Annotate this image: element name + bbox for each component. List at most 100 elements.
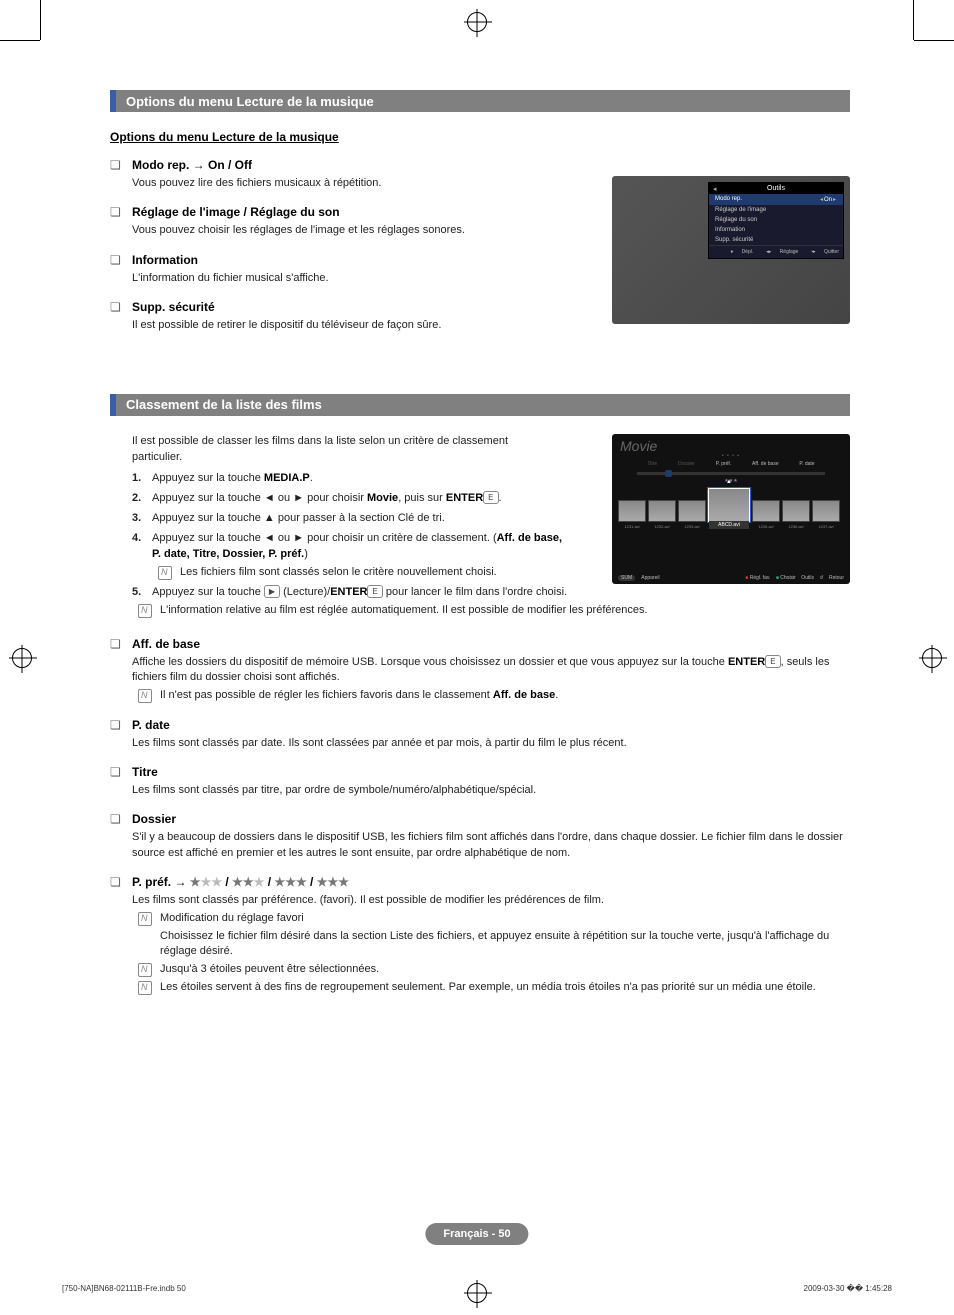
footer-left: SUM Appareil [618, 575, 670, 581]
section-title: Options du menu Lecture de la musique [126, 94, 374, 109]
tools-row: Réglage du son [709, 215, 843, 225]
screenshot-movie-list: Movie • • • ▪ Titre Dossier P. préf. Aff… [612, 434, 850, 584]
hint-fav: Régl. fav. [745, 575, 770, 581]
star-icon: ★ [328, 875, 339, 889]
sort-indicator-bar [637, 472, 825, 475]
tools-row: Réglage de l'image [709, 205, 843, 215]
arrow-left-icon: ◂ [820, 197, 823, 203]
crop-mark [913, 0, 914, 40]
footer-hint: ♦ Dépl. [724, 249, 754, 255]
footer-hint: ◂▸ Réglage [759, 249, 798, 255]
section-accent-bar [110, 90, 116, 112]
star-icon: ★ [296, 875, 307, 889]
row-label: Modo rep. [715, 196, 742, 203]
section-heading-music-options: Options du menu Lecture de la musique [110, 90, 850, 112]
option-desc: Les films sont classés par préférence. (… [110, 893, 850, 908]
registration-mark [467, 1283, 487, 1303]
tab: Aff. de base [752, 461, 779, 467]
enter-icon: E [765, 655, 780, 668]
star-icon: ★ [338, 875, 349, 889]
option-title: P. préf. → ★★★ / ★★★ / ★★★ / ★★★ [110, 875, 850, 889]
option-title: P. date [110, 718, 850, 732]
star-icon: ★ [232, 875, 243, 889]
footer-right: Régl. fav. Choisir Outils ↺ Retour [741, 575, 844, 581]
star-icon: ★ [243, 875, 254, 889]
hint-return: ↺ Retour [819, 575, 844, 581]
crop-mark [0, 40, 40, 41]
star-icon: ★ [317, 875, 328, 889]
thumbnail: 1237.avi [812, 500, 840, 522]
option-note: Les étoiles servent à des fins de regrou… [110, 980, 850, 996]
hint-choose: Choisir [776, 575, 796, 581]
tools-row-modo-rep: Modo rep. ◂On▸ [709, 194, 843, 205]
option-aff-de-base: Aff. de base Affiche les dossiers du dis… [110, 637, 850, 704]
crop-mark [914, 40, 954, 41]
row-label: Réglage du son [715, 217, 757, 223]
step-4: 4. Appuyez sur la touche ◄ ou ► pour cho… [132, 531, 570, 581]
star-icon: ★ [274, 875, 285, 889]
footer-filename: [750-NA]BN68-02111B-Fre.indb 50 [62, 1284, 186, 1293]
star-icon: ★ [285, 875, 296, 889]
row-label: Réglage de l'image [715, 207, 766, 213]
option-title: Modo rep. → On / Off [110, 158, 850, 172]
screenshot-tools-menu: Outils Modo rep. ◂On▸ Réglage de l'image… [612, 176, 850, 324]
enter-icon: E [483, 491, 498, 504]
row-label: Information [715, 227, 745, 233]
section-heading-classement-films: Classement de la liste des films [110, 394, 850, 416]
thumbnail: 1236.avi [782, 500, 810, 522]
star-icon: ★ [201, 875, 212, 889]
option-p-date: P. date Les films sont classés par date.… [110, 718, 850, 751]
thumbnail: 1232.avi [648, 500, 676, 522]
enter-icon: E [367, 585, 382, 598]
step-4-note: Les fichiers film sont classés selon le … [152, 565, 570, 581]
hint-tools: Outils [801, 575, 814, 581]
option-titre: Titre Les films sont classés par titre, … [110, 765, 850, 798]
section-intro: Il est possible de classer les films dan… [110, 434, 550, 466]
tab: P. date [799, 461, 814, 467]
thumbnail-row: 1231.avi 1232.avi 1233.avi ABCD.avi 1235… [612, 484, 850, 524]
tab: Titre [647, 461, 657, 467]
step-2: 2. Appuyez sur la touche ◄ ou ► pour cho… [132, 491, 570, 507]
option-desc: Les films sont classés par date. Ils son… [110, 736, 850, 751]
option-desc: Les films sont classés par titre, par or… [110, 783, 850, 798]
section-title: Classement de la liste des films [126, 397, 322, 412]
registration-mark [12, 648, 32, 668]
subsection-title: Options du menu Lecture de la musique [110, 130, 850, 144]
tools-panel: Outils Modo rep. ◂On▸ Réglage de l'image… [708, 182, 844, 259]
registration-mark [922, 648, 942, 668]
option-note: Jusqu'à 3 étoiles peuvent être sélection… [110, 962, 850, 978]
option-dossier: Dossier S'il y a beaucoup de dossiers da… [110, 812, 850, 861]
footer-hint: ▪▸ Quitter [804, 249, 839, 255]
section-accent-bar [110, 394, 116, 416]
arrow-right-icon: ▸ [833, 197, 836, 203]
option-desc: Affiche les dossiers du dispositif de mé… [110, 655, 850, 686]
thumbnail: 1233.avi [678, 500, 706, 522]
option-title: Dossier [110, 812, 850, 826]
step-1: 1. Appuyez sur la touche MEDIA.P. [132, 471, 570, 487]
option-note: Il n'est pas possible de régler les fich… [110, 688, 850, 704]
sort-tabs: Titre Dossier P. préf. Aff. de base P. d… [612, 459, 850, 469]
step-3: 3. Appuyez sur la touche ▲ pour passer à… [132, 511, 570, 527]
option-desc: S'il y a beaucoup de dossiers dans le di… [110, 830, 850, 861]
tools-footer: ♦ Dépl. ◂▸ Réglage ▪▸ Quitter [709, 245, 843, 258]
row-label: Supp. sécurité [715, 237, 753, 243]
tools-panel-title: Outils [709, 183, 843, 194]
crop-mark [40, 0, 41, 40]
step-5-note: L'information relative au film est réglé… [132, 603, 832, 619]
tools-row: Information [709, 225, 843, 235]
star-icon: ★ [190, 875, 201, 889]
star-icon: ★ [254, 875, 265, 889]
device-label: Appareil [641, 575, 664, 581]
page-content: Options du menu Lecture de la musique Op… [110, 90, 850, 1010]
thumbnail: 1235.avi [752, 500, 780, 522]
option-p-pref: P. préf. → ★★★ / ★★★ / ★★★ / ★★★ Les fil… [110, 875, 850, 996]
step-5: 5. Appuyez sur la touche ▶ (Lecture)/ENT… [132, 585, 570, 619]
movie-footer: SUM Appareil Régl. fav. Choisir Outils ↺… [618, 575, 844, 581]
steps-list: 1. Appuyez sur la touche MEDIA.P. 2. App… [110, 471, 570, 619]
note-body: Choisissez le fichier film désiré dans l… [160, 929, 850, 961]
thumbnail-selected: ABCD.avi [708, 488, 750, 522]
registration-mark [467, 12, 487, 32]
page-number-badge: Français - 50 [425, 1223, 528, 1245]
option-title: Aff. de base [110, 637, 850, 651]
footer-timestamp: 2009-03-30 �� 1:45:28 [804, 1284, 892, 1293]
